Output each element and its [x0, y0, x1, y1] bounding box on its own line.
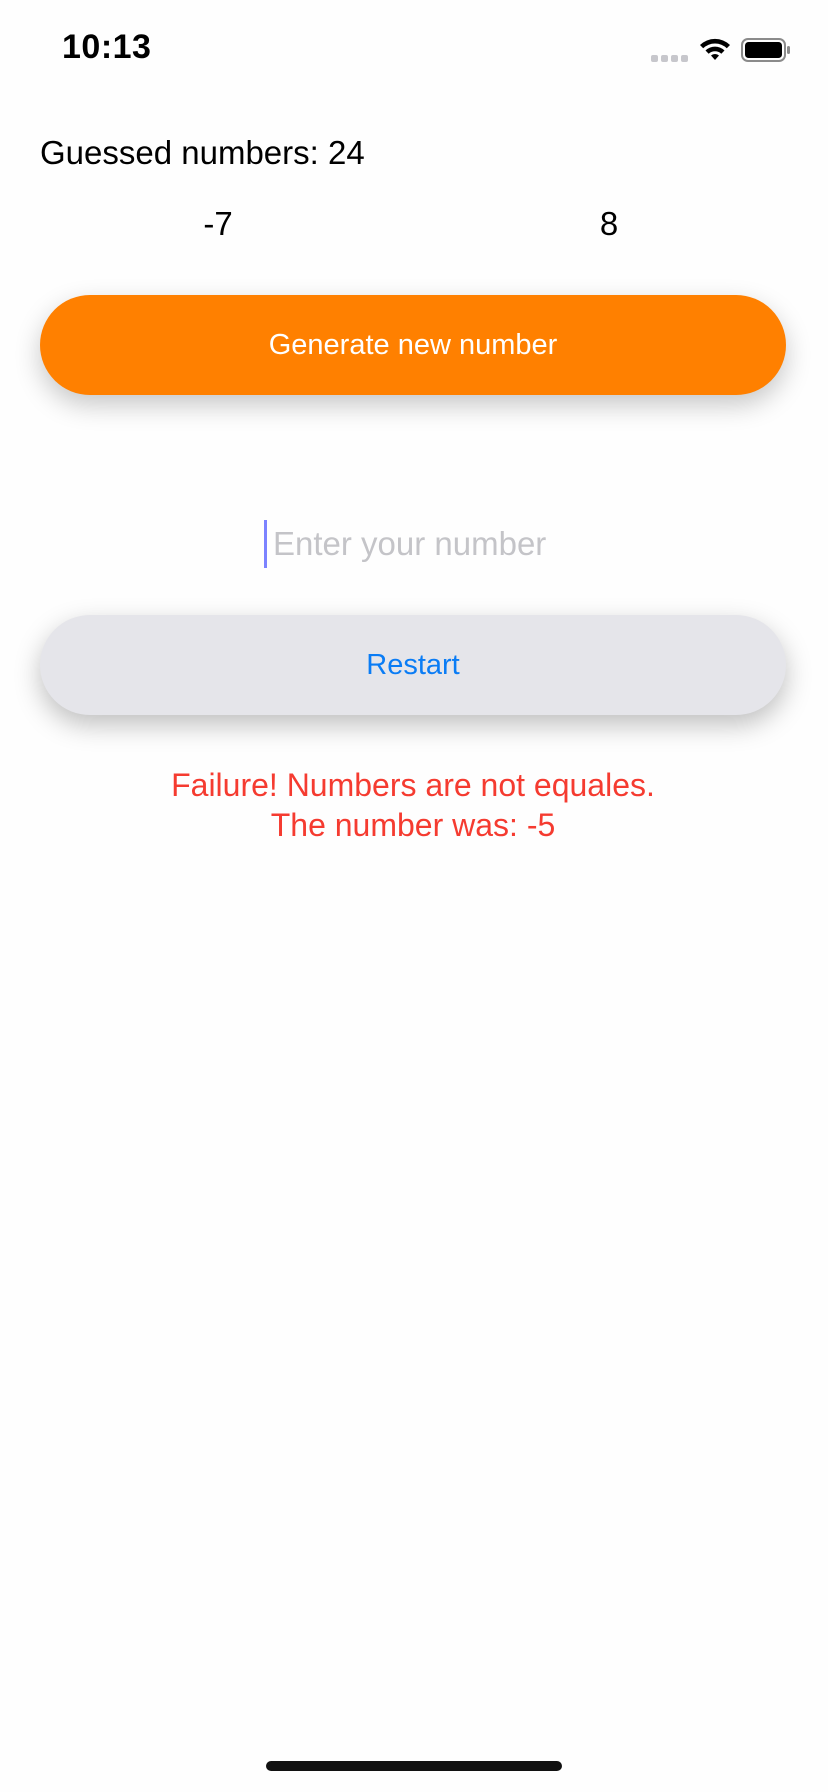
number-input[interactable] [264, 520, 593, 568]
status-bar: 10:13 [0, 0, 828, 100]
result-line-1: Failure! Numbers are not equales. [171, 767, 655, 803]
generate-number-button[interactable]: Generate new number [40, 295, 786, 395]
range-max-value: 8 [599, 205, 619, 242]
app-screen: 10:13 Guessed numbers: 24 -7 8 Generate … [0, 0, 828, 1792]
range-min-value: -7 [203, 205, 233, 242]
cellular-signal-icon [651, 52, 689, 62]
battery-icon [741, 38, 790, 62]
result-message: Failure! Numbers are not equales. The nu… [40, 765, 786, 845]
restart-button[interactable]: Restart [40, 615, 786, 715]
wifi-icon [700, 38, 730, 60]
guessed-numbers-label: Guessed numbers: 24 [40, 134, 365, 171]
status-time: 10:13 [62, 28, 152, 66]
result-line-2: The number was: -5 [270, 807, 556, 843]
home-indicator[interactable] [266, 1761, 562, 1771]
